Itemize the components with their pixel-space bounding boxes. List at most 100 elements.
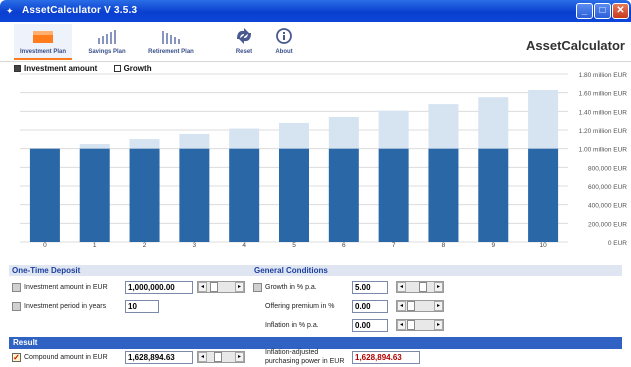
investment-period-input[interactable]: 10 xyxy=(125,300,159,313)
slider-left-arrow[interactable]: ◂ xyxy=(397,301,406,311)
maximize-button[interactable]: □ xyxy=(594,3,611,19)
tab-label: Reset xyxy=(235,49,253,55)
y-tick-label: 1.40 million EUR xyxy=(579,109,628,116)
slider-right-arrow[interactable]: ▸ xyxy=(235,352,244,362)
inflation-adjusted-output: 1,628,894.63 xyxy=(352,351,420,364)
x-tick-label: 7 xyxy=(392,242,396,249)
growth-bar xyxy=(229,128,260,149)
inflation-input[interactable]: 0.00 xyxy=(352,319,388,332)
period-checkbox[interactable] xyxy=(12,302,21,311)
legend-investment[interactable]: Investment amount xyxy=(14,64,97,73)
y-tick-label: 800,000 EUR xyxy=(588,165,627,172)
growth-chart: 0 EUR200,000 EUR400,000 EUR600,000 EUR80… xyxy=(20,72,628,249)
general-conditions-header: General Conditions xyxy=(251,265,622,276)
compound-checkbox[interactable]: ✓ xyxy=(12,353,21,362)
y-tick-label: 200,000 EUR xyxy=(588,221,627,228)
about-button[interactable]: About xyxy=(268,24,300,60)
slider-thumb[interactable] xyxy=(419,282,427,292)
slider-left-arrow[interactable]: ◂ xyxy=(397,320,406,330)
slider-left-arrow[interactable]: ◂ xyxy=(198,282,207,292)
offering-premium-slider[interactable]: ◂ ▸ xyxy=(396,300,444,312)
investment-amount-slider[interactable]: ◂ ▸ xyxy=(197,281,245,293)
slider-thumb[interactable] xyxy=(407,301,415,311)
investment-bar xyxy=(378,148,409,242)
x-tick-label: 1 xyxy=(93,242,97,249)
investment-bar xyxy=(229,148,260,242)
chart-legend: Investment amount Growth xyxy=(14,64,166,73)
slider-right-arrow[interactable]: ▸ xyxy=(434,320,443,330)
investment-bar xyxy=(428,148,459,242)
growth-bar xyxy=(428,104,459,149)
close-button[interactable]: ✕ xyxy=(612,3,629,19)
slider-left-arrow[interactable]: ◂ xyxy=(397,282,406,292)
x-tick-label: 8 xyxy=(442,242,446,249)
slider-right-arrow[interactable]: ▸ xyxy=(235,282,244,292)
x-tick-label: 0 xyxy=(43,242,47,249)
tab-investment-plan[interactable]: Investment Plan xyxy=(14,24,72,60)
minimize-button[interactable]: _ xyxy=(576,3,593,19)
slider-left-arrow[interactable]: ◂ xyxy=(198,352,207,362)
growth-bar xyxy=(129,139,160,149)
offering-premium-input[interactable]: 0.00 xyxy=(352,300,388,313)
investment-amount-label: Investment amount in EUR xyxy=(24,284,108,291)
x-tick-label: 2 xyxy=(143,242,147,249)
slider-thumb[interactable] xyxy=(210,282,218,292)
y-tick-label: 600,000 EUR xyxy=(588,184,627,191)
growth-input[interactable]: 5.00 xyxy=(352,281,388,294)
investment-bar xyxy=(528,148,559,242)
slider-thumb[interactable] xyxy=(407,320,415,330)
y-tick-label: 1.20 million EUR xyxy=(579,128,628,135)
x-tick-label: 3 xyxy=(193,242,197,249)
y-tick-label: 1.00 million EUR xyxy=(579,147,628,154)
growth-bar xyxy=(328,116,359,149)
growth-bar xyxy=(478,97,509,149)
growth-bar xyxy=(79,144,110,149)
compound-amount-output: 1,628,894.63 xyxy=(125,351,193,364)
inflation-adjusted-label-line1: Inflation-adjusted xyxy=(265,349,319,356)
investment-bar xyxy=(79,148,110,242)
app-icon: ✦ xyxy=(6,6,14,16)
offering-premium-label: Offering premium in % xyxy=(265,303,335,310)
slider-right-arrow[interactable]: ▸ xyxy=(434,282,443,292)
tab-savings-plan[interactable]: Savings Plan xyxy=(80,24,134,60)
legend-label: Investment amount xyxy=(24,64,98,73)
brand-logo: AssetCalculator xyxy=(526,38,625,53)
growth-bar xyxy=(279,122,309,149)
tab-retirement-plan[interactable]: Retirement Plan xyxy=(140,24,202,60)
x-tick-label: 6 xyxy=(342,242,346,249)
slider-thumb[interactable] xyxy=(214,352,222,362)
compound-amount-label: Compound amount in EUR xyxy=(24,354,108,361)
investment-plan-icon xyxy=(33,31,53,43)
legend-growth[interactable]: Growth xyxy=(113,64,152,73)
investment-bar xyxy=(129,148,160,242)
retirement-plan-icon xyxy=(162,31,180,44)
title-bar: ✦ AssetCalculator V 3.5.3 _ □ ✕ xyxy=(0,0,631,22)
growth-bar xyxy=(528,89,559,149)
amount-checkbox[interactable] xyxy=(12,283,21,292)
slider-right-arrow[interactable]: ▸ xyxy=(434,301,443,311)
reset-button[interactable]: Reset xyxy=(226,24,262,60)
growth-bar xyxy=(179,133,210,149)
one-time-deposit-header: One-Time Deposit xyxy=(9,265,251,276)
inflation-slider[interactable]: ◂ ▸ xyxy=(396,319,444,331)
toolbar: Investment Plan Savings Plan Retirement … xyxy=(0,22,631,62)
legend-label: Growth xyxy=(123,64,152,73)
reset-icon xyxy=(237,28,251,44)
investment-amount-input[interactable]: 1,000,000.00 xyxy=(125,281,193,294)
compound-amount-slider[interactable]: ◂ ▸ xyxy=(197,351,245,363)
growth-slider[interactable]: ◂ ▸ xyxy=(396,281,444,293)
about-icon xyxy=(276,28,292,44)
savings-plan-icon xyxy=(98,30,116,44)
inflation-adjusted-label-line2: purchasing power in EUR xyxy=(265,358,345,365)
tab-label: Retirement Plan xyxy=(148,49,194,55)
y-tick-label: 0 EUR xyxy=(608,240,627,247)
growth-label: Growth in % p.a. xyxy=(265,284,317,291)
investment-bar xyxy=(179,148,210,242)
y-tick-label: 400,000 EUR xyxy=(588,203,627,210)
growth-checkbox[interactable] xyxy=(253,283,262,292)
investment-bar xyxy=(478,148,509,242)
y-tick-label: 1.80 million EUR xyxy=(579,72,628,79)
investment-bar xyxy=(279,148,309,242)
x-tick-label: 9 xyxy=(491,242,495,249)
y-tick-label: 1.60 million EUR xyxy=(579,91,628,98)
